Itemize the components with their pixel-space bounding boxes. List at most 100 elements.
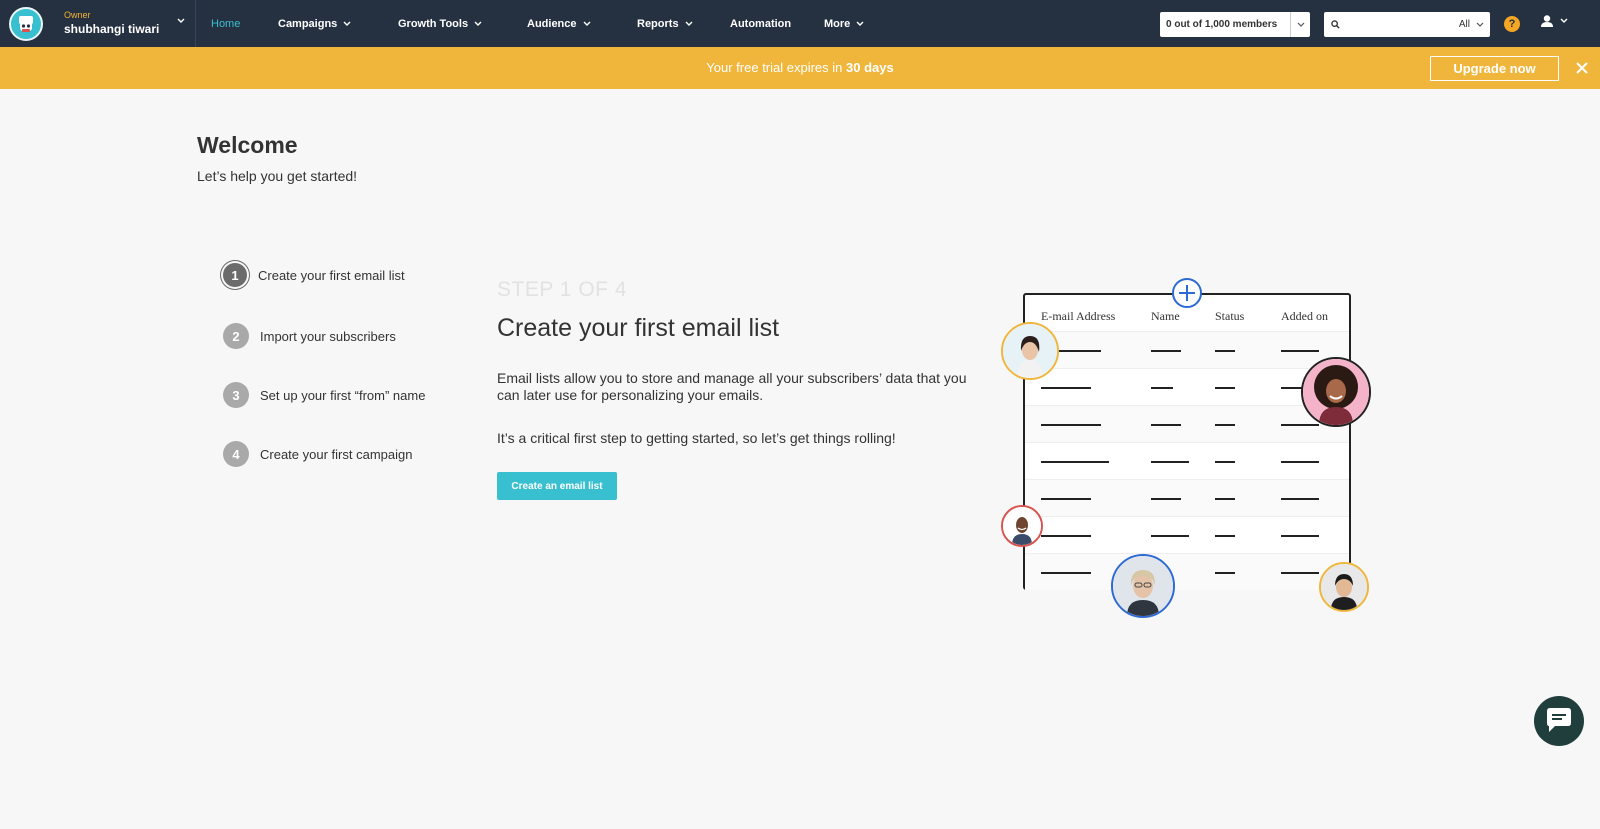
- avatar: [1001, 322, 1059, 380]
- illustration-column-name: Name: [1151, 309, 1180, 323]
- chevron-down-icon: [856, 21, 864, 26]
- account-role: Owner: [64, 10, 91, 20]
- chevron-down-icon: [1560, 18, 1568, 23]
- trial-days: 30 days: [846, 60, 894, 75]
- nav-audience-label: Audience: [527, 17, 577, 30]
- placeholder-line: [1041, 535, 1091, 537]
- chat-icon: [1547, 708, 1571, 732]
- placeholder-line: [1215, 387, 1235, 389]
- placeholder-line: [1151, 498, 1181, 500]
- illustration-row: [1025, 442, 1349, 479]
- nav-more[interactable]: More: [824, 0, 864, 47]
- nav-campaigns-label: Campaigns: [278, 17, 338, 30]
- page-title: Welcome: [197, 132, 298, 158]
- user-icon: [1541, 15, 1553, 27]
- chat-button[interactable]: [1534, 696, 1584, 746]
- illustration-row: [1025, 331, 1349, 368]
- mascot-logo-icon: [9, 6, 43, 41]
- top-navbar: Owner shubhangi tiwari Home Campaigns Gr…: [0, 0, 1600, 47]
- nav-home[interactable]: Home: [211, 0, 240, 47]
- trial-message-text: Your free trial expires in: [706, 60, 846, 75]
- placeholder-line: [1151, 424, 1181, 426]
- avatar: [1111, 554, 1175, 618]
- placeholder-line: [1151, 535, 1189, 537]
- placeholder-line: [1281, 535, 1319, 537]
- placeholder-line: [1041, 572, 1091, 574]
- nav-automation-label: Automation: [730, 17, 792, 30]
- search-icon: [1331, 20, 1340, 29]
- user-menu[interactable]: [1540, 14, 1568, 28]
- account-name: shubhangi tiwari: [64, 22, 160, 36]
- nav-growth-tools-label: Growth Tools: [398, 17, 469, 30]
- illustration-column-email: E-mail Address: [1041, 309, 1116, 323]
- placeholder-line: [1041, 498, 1091, 500]
- step-label: Set up your first “from” name: [260, 387, 426, 403]
- placeholder-line: [1281, 350, 1319, 352]
- step-number: 2: [223, 323, 249, 349]
- search-box: All: [1324, 12, 1490, 37]
- search-scope-label: All: [1458, 19, 1470, 30]
- nav-automation[interactable]: Automation: [730, 0, 791, 47]
- nav-reports[interactable]: Reports: [637, 0, 693, 47]
- nav-reports-label: Reports: [637, 17, 679, 30]
- step-item-4[interactable]: 4 Create your first campaign: [223, 441, 412, 467]
- placeholder-line: [1215, 424, 1235, 426]
- step-number: 3: [223, 382, 249, 408]
- create-email-list-button[interactable]: Create an email list: [497, 472, 617, 500]
- search-scope-select[interactable]: All: [1459, 19, 1490, 30]
- step-number: 4: [223, 441, 249, 467]
- avatar: [1301, 357, 1371, 427]
- members-count: 0 out of 1,000 members: [1166, 19, 1278, 30]
- step-label: Create your first email list: [258, 267, 405, 283]
- search-input[interactable]: [1340, 13, 1459, 36]
- illustration-row: [1025, 479, 1349, 516]
- step-item-2[interactable]: 2 Import your subscribers: [223, 323, 396, 349]
- page-subtitle: Let’s help you get started!: [197, 168, 358, 184]
- illustration-row: [1025, 553, 1349, 590]
- plus-icon: [1172, 278, 1202, 308]
- nav-campaigns[interactable]: Campaigns: [278, 0, 351, 47]
- placeholder-line: [1151, 350, 1181, 352]
- account-switcher[interactable]: Owner shubhangi tiwari: [52, 0, 196, 47]
- illustration-row: [1025, 516, 1349, 553]
- members-usage-select[interactable]: 0 out of 1,000 members: [1160, 12, 1310, 37]
- chevron-down-icon: [685, 21, 693, 26]
- illustration-column-status: Status: [1215, 309, 1245, 323]
- step-number: 1: [223, 263, 247, 287]
- placeholder-line: [1151, 461, 1189, 463]
- placeholder-line: [1215, 572, 1235, 574]
- step-label: Import your subscribers: [260, 328, 396, 344]
- step-description: Email lists allow you to store and manag…: [497, 370, 967, 403]
- avatar: [1319, 562, 1369, 612]
- step-item-1[interactable]: 1 Create your first email list: [223, 263, 405, 287]
- placeholder-line: [1151, 387, 1173, 389]
- nav-growth-tools[interactable]: Growth Tools: [398, 0, 482, 47]
- chevron-down-icon: [474, 21, 482, 26]
- help-icon[interactable]: ?: [1504, 16, 1520, 32]
- placeholder-line: [1281, 498, 1319, 500]
- chevron-down-icon: [1290, 12, 1310, 37]
- chevron-down-icon: [583, 21, 591, 26]
- email-list-illustration: E-mail Address Name Status Added on: [1023, 293, 1351, 590]
- nav-audience[interactable]: Audience: [527, 0, 591, 47]
- avatar: [1001, 505, 1043, 547]
- step-label: Create your first campaign: [260, 446, 413, 462]
- placeholder-line: [1215, 535, 1235, 537]
- placeholder-line: [1281, 461, 1319, 463]
- chevron-down-icon: [1476, 22, 1484, 27]
- placeholder-line: [1281, 424, 1319, 426]
- step-counter: STEP 1 OF 4: [497, 278, 627, 301]
- step-item-3[interactable]: 3 Set up your first “from” name: [223, 382, 425, 408]
- trial-banner: Your free trial expires in 30 days Upgra…: [0, 47, 1600, 89]
- nav-home-label: Home: [211, 17, 241, 30]
- placeholder-line: [1215, 350, 1235, 352]
- upgrade-now-button[interactable]: Upgrade now: [1430, 56, 1559, 81]
- illustration-column-added: Added on: [1281, 309, 1328, 323]
- close-icon[interactable]: [1574, 60, 1590, 76]
- chevron-down-icon: [177, 18, 185, 23]
- placeholder-line: [1281, 572, 1319, 574]
- placeholder-line: [1041, 424, 1101, 426]
- logo[interactable]: [0, 0, 52, 47]
- placeholder-line: [1215, 498, 1235, 500]
- step-title: Create your first email list: [497, 314, 780, 342]
